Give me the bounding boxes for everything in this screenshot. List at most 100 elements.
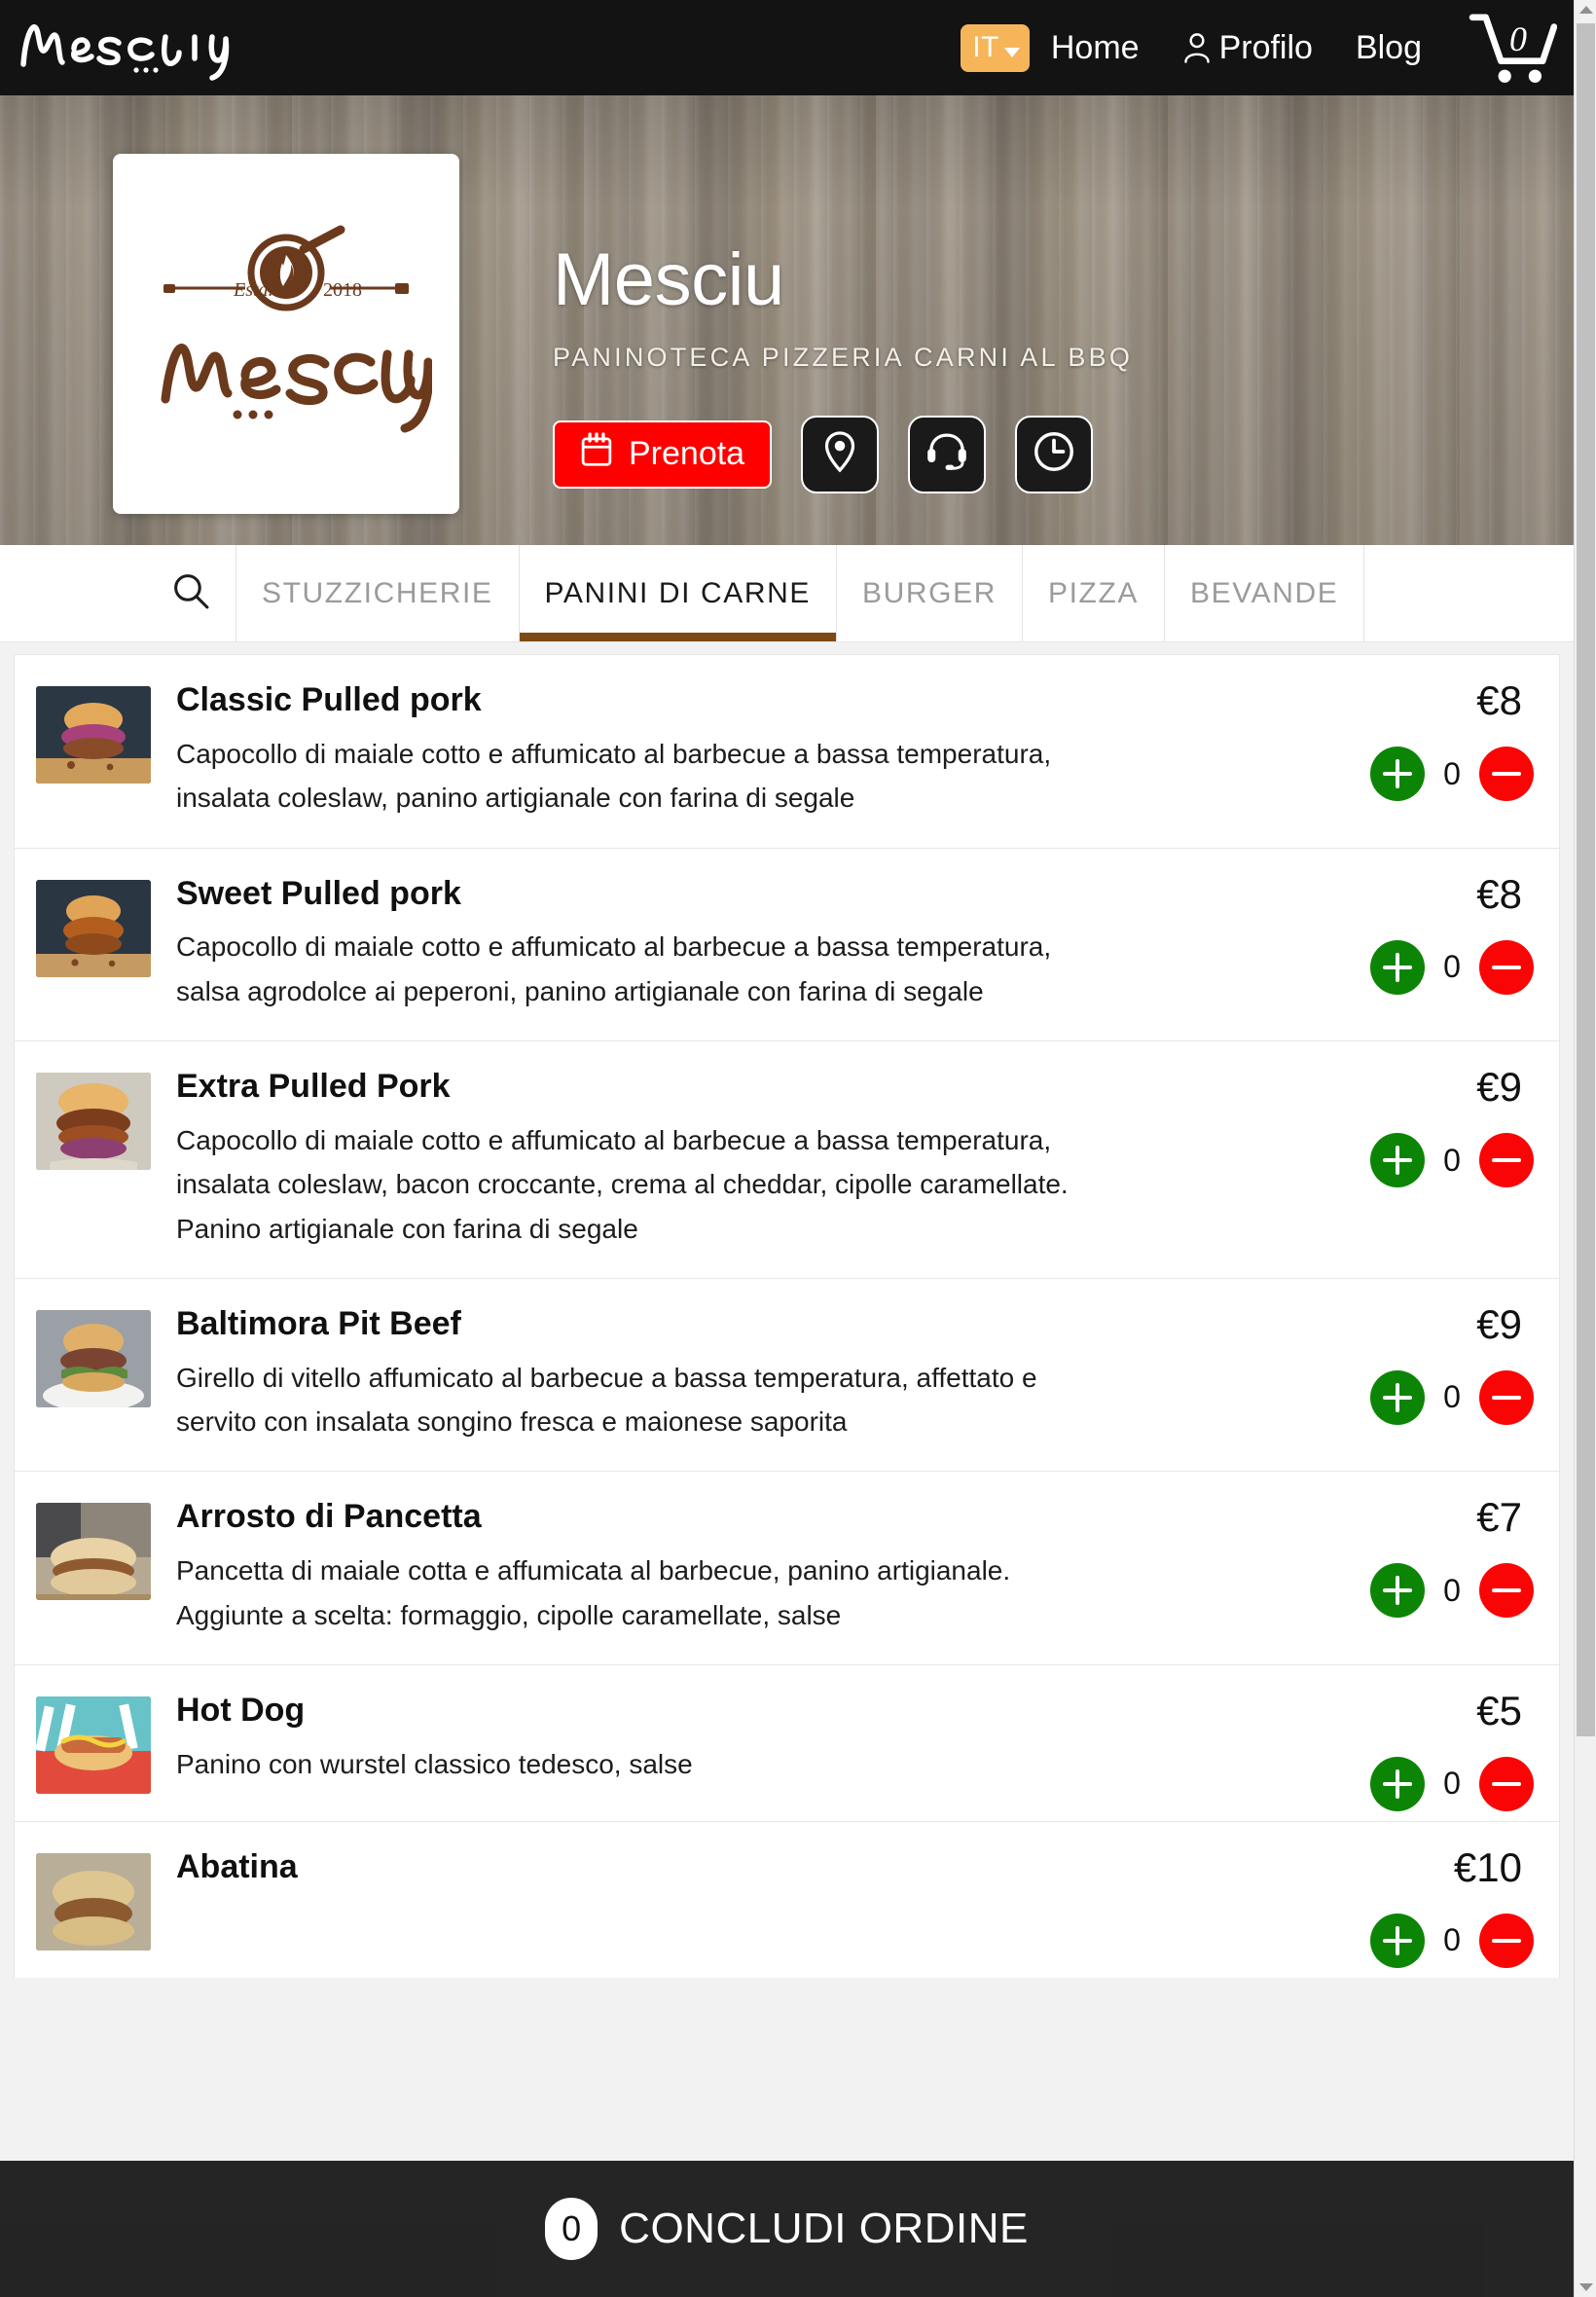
checkout-label: CONCLUDI ORDINE — [619, 2205, 1029, 2252]
nav-link-blog[interactable]: Blog — [1334, 29, 1443, 67]
brand-logo[interactable] — [18, 13, 280, 83]
tab-bevande[interactable]: BEVANDE — [1164, 545, 1365, 641]
decrease-quantity-button[interactable] — [1479, 1563, 1534, 1619]
menu-item-row[interactable]: Sweet Pulled pork Capocollo di maiale co… — [14, 847, 1560, 1041]
restaurant-logo-card: Estd. 2018 — [113, 154, 459, 514]
restaurant-info: Mesciu PANINOTECA PIZZERIA CARNI AL BBQ … — [553, 241, 1535, 493]
minus-icon — [1492, 1926, 1521, 1955]
increase-quantity-button[interactable] — [1370, 747, 1425, 801]
menu-item-controls: €5 0 — [1339, 1687, 1534, 1811]
menu-item-name: Hot Dog — [176, 1691, 306, 1729]
menu-item-text: Classic Pulled pork Capocollo di maiale … — [151, 680, 1280, 820]
support-button[interactable] — [908, 415, 987, 493]
decrease-quantity-button[interactable] — [1479, 1133, 1534, 1188]
minus-icon — [1492, 1576, 1521, 1605]
tab-burger[interactable]: BURGER — [836, 545, 1022, 641]
quantity-stepper: 0 — [1370, 1756, 1534, 1811]
search-icon — [171, 571, 210, 615]
menu-items-list: Classic Pulled pork Capocollo di maiale … — [0, 642, 1574, 2297]
menu-item-thumbnail — [36, 1503, 151, 1601]
tab-panini-di-carne[interactable]: PANINI DI CARNE — [518, 545, 837, 641]
menu-item-thumbnail — [36, 1309, 151, 1407]
menu-item-row[interactable]: Classic Pulled pork Capocollo di maiale … — [14, 654, 1560, 848]
cart-count-badge: 0 — [1509, 19, 1527, 58]
quantity-stepper: 0 — [1370, 1133, 1534, 1188]
hours-button[interactable] — [1015, 415, 1094, 493]
nav-link-home[interactable]: Home — [1030, 29, 1161, 67]
tab-bevande-label: BEVANDE — [1190, 576, 1339, 609]
menu-item-thumbnail — [36, 879, 151, 977]
checkout-item-count: 0 — [545, 2198, 598, 2260]
quantity-stepper: 0 — [1370, 1913, 1534, 1968]
tab-burger-label: BURGER — [862, 576, 997, 609]
menu-item-price: €9 — [1476, 1300, 1522, 1347]
menu-item-description: Capocollo di maiale cotto e affumicato a… — [176, 738, 1052, 814]
tab-pizza-label: PIZZA — [1047, 576, 1139, 609]
plus-icon — [1383, 1576, 1412, 1606]
language-selector[interactable]: IT — [961, 23, 1030, 72]
plus-icon — [1383, 1146, 1412, 1176]
decrease-quantity-button[interactable] — [1479, 1756, 1534, 1811]
decrease-quantity-button[interactable] — [1479, 1369, 1534, 1425]
increase-quantity-button[interactable] — [1370, 939, 1425, 995]
minus-icon — [1492, 759, 1521, 788]
scroll-up-arrow-icon[interactable] — [1575, 0, 1596, 19]
quantity-value: 0 — [1443, 1922, 1461, 1958]
menu-item-name: Baltimora Pit Beef — [176, 1304, 461, 1342]
menu-item-row[interactable]: Baltimora Pit Beef Girello di vitello af… — [14, 1277, 1560, 1472]
menu-item-row[interactable]: Extra Pulled Pork Capocollo di maiale co… — [14, 1040, 1560, 1278]
menu-item-controls: €7 0 — [1339, 1497, 1534, 1619]
menu-item-thumbnail — [36, 686, 151, 784]
cart-button[interactable]: 0 — [1459, 9, 1566, 87]
menu-item-description: Capocollo di maiale cotto e affumicato a… — [176, 1124, 1069, 1244]
menu-item-price: €5 — [1476, 1687, 1522, 1733]
increase-quantity-button[interactable] — [1370, 1369, 1425, 1425]
quantity-value: 0 — [1443, 1572, 1461, 1608]
tab-pizza[interactable]: PIZZA — [1021, 545, 1164, 641]
minus-icon — [1492, 1146, 1521, 1175]
increase-quantity-button[interactable] — [1370, 1563, 1425, 1619]
menu-item-controls: €8 0 — [1339, 680, 1534, 801]
increase-quantity-button[interactable] — [1370, 1756, 1425, 1811]
page-viewport: IT Home Profilo Blog 0 Estd. 2018 Mesciu… — [0, 0, 1596, 2297]
nav-link-profilo[interactable]: Profilo — [1161, 29, 1334, 67]
menu-item-price: €8 — [1476, 677, 1522, 723]
plus-icon — [1383, 759, 1412, 788]
user-icon — [1182, 31, 1212, 64]
menu-item-name: Extra Pulled Pork — [176, 1068, 451, 1106]
checkout-bar[interactable]: 0 CONCLUDI ORDINE — [0, 2161, 1574, 2297]
menu-item-name: Abatina — [176, 1847, 298, 1885]
menu-item-row[interactable]: Arrosto di Pancetta Pancetta di maiale c… — [14, 1471, 1560, 1664]
scroll-down-arrow-icon[interactable] — [1575, 2278, 1596, 2297]
category-tabs-bar: STUZZICHERIE PANINI DI CARNE BURGER PIZZ… — [0, 545, 1574, 642]
decrease-quantity-button[interactable] — [1479, 939, 1534, 995]
page-scrollbar[interactable] — [1574, 0, 1596, 2297]
menu-item-text: Sweet Pulled pork Capocollo di maiale co… — [151, 874, 1280, 1014]
prenota-button-label: Prenota — [629, 435, 745, 473]
tab-stuzzicherie[interactable]: STUZZICHERIE — [236, 545, 519, 641]
menu-item-row[interactable]: Hot Dog Panino con wurstel classico tede… — [14, 1663, 1560, 1821]
increase-quantity-button[interactable] — [1370, 1133, 1425, 1188]
menu-item-thumbnail — [36, 1852, 151, 1951]
increase-quantity-button[interactable] — [1370, 1913, 1425, 1968]
location-button[interactable] — [801, 415, 880, 493]
plus-icon — [1383, 1382, 1412, 1412]
headset-icon — [925, 430, 968, 478]
decrease-quantity-button[interactable] — [1479, 747, 1534, 801]
prenota-button[interactable]: Prenota — [553, 419, 773, 489]
scrollbar-thumb[interactable] — [1577, 23, 1595, 1736]
plus-icon — [1383, 952, 1412, 982]
quantity-value: 0 — [1443, 1766, 1461, 1802]
menu-item-description: Capocollo di maiale cotto e affumicato a… — [176, 931, 1052, 1006]
hero-action-buttons: Prenota — [553, 415, 1535, 493]
menu-search-button[interactable] — [146, 545, 236, 641]
nav-link-profilo-label: Profilo — [1218, 28, 1313, 66]
menu-item-row[interactable]: Abatina €10 0 — [14, 1820, 1560, 1978]
menu-item-controls: €8 0 — [1339, 873, 1534, 995]
top-navigation-bar: IT Home Profilo Blog 0 — [0, 0, 1574, 95]
svg-text:2018: 2018 — [323, 279, 362, 301]
menu-item-text: Abatina — [151, 1847, 1280, 1951]
calendar-icon — [580, 432, 613, 476]
decrease-quantity-button[interactable] — [1479, 1913, 1534, 1968]
plus-icon — [1383, 1925, 1412, 1955]
